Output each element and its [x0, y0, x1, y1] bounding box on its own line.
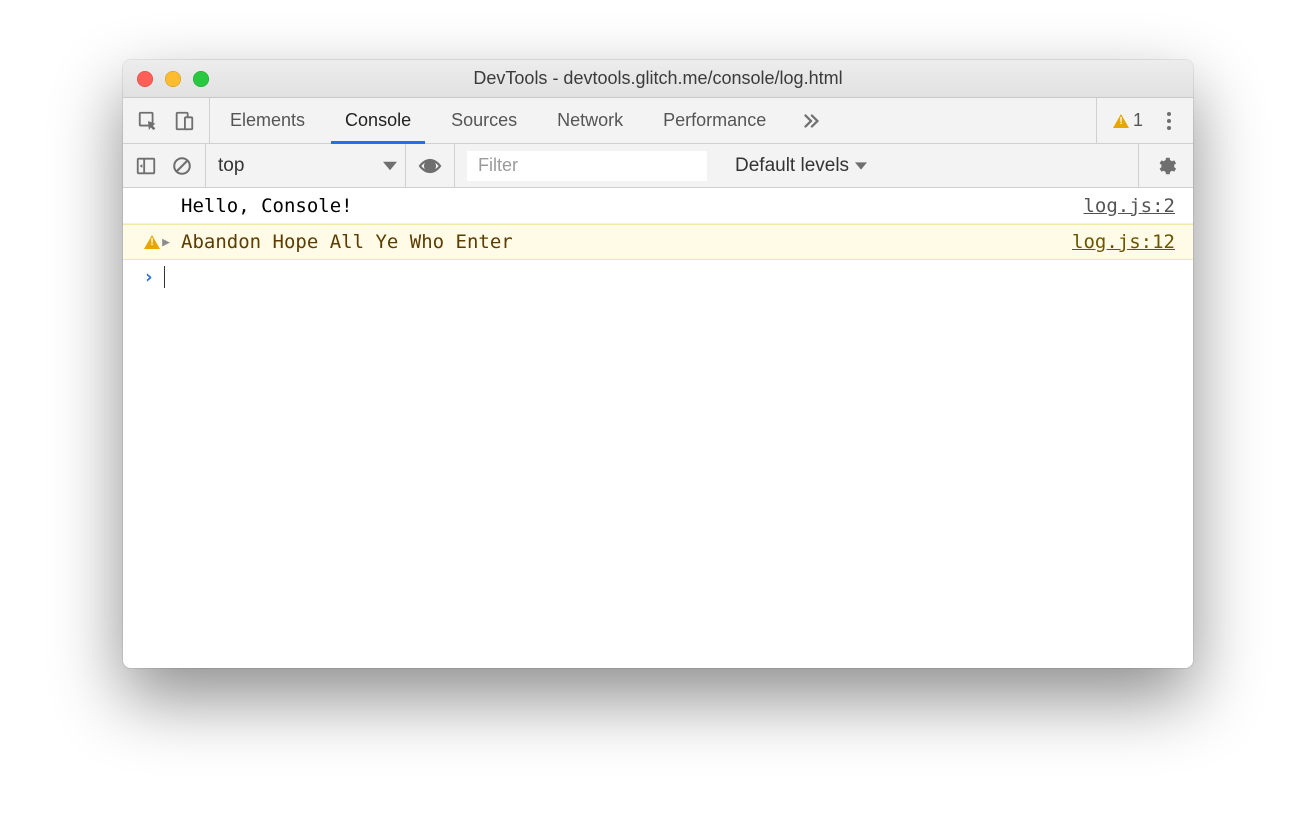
chevron-down-icon	[855, 160, 867, 172]
console-settings-icon[interactable]	[1155, 155, 1177, 177]
tab-network[interactable]: Network	[537, 98, 643, 143]
console-row-log: Hello, Console! log.js:2	[123, 188, 1193, 224]
source-link[interactable]: log.js:12	[1072, 231, 1175, 253]
tab-label: Sources	[451, 110, 517, 131]
filter-input[interactable]	[478, 155, 696, 176]
tab-elements[interactable]: Elements	[210, 98, 325, 143]
text-caret	[164, 266, 165, 288]
tab-performance[interactable]: Performance	[643, 98, 786, 143]
devtools-window: DevTools - devtools.glitch.me/console/lo…	[123, 60, 1193, 668]
tab-console[interactable]: Console	[325, 98, 431, 143]
close-window-button[interactable]	[137, 71, 153, 87]
toggle-sidebar-icon[interactable]	[135, 155, 157, 177]
warning-count: 1	[1133, 110, 1143, 131]
console-prompt[interactable]: ›	[123, 260, 1193, 294]
window-title: DevTools - devtools.glitch.me/console/lo…	[123, 68, 1193, 89]
tab-label: Network	[557, 110, 623, 131]
clear-console-icon[interactable]	[171, 155, 193, 177]
expand-arrow-icon[interactable]: ▶	[162, 235, 170, 250]
console-row-warning: ▶ Abandon Hope All Ye Who Enter log.js:1…	[123, 224, 1193, 260]
console-toolbar: top Default levels	[123, 144, 1193, 188]
log-message: Hello, Console!	[181, 195, 1083, 217]
filter-box	[467, 151, 707, 181]
tab-label: Elements	[230, 110, 305, 131]
console-output: Hello, Console! log.js:2 ▶ Abandon Hope …	[123, 188, 1193, 668]
warning-icon	[1113, 114, 1129, 128]
panel-tabstrip: Elements Console Sources Network Perform…	[123, 98, 1193, 144]
chevron-double-right-icon	[800, 110, 822, 132]
source-link[interactable]: log.js:2	[1083, 195, 1175, 217]
prompt-chevron-icon: ›	[143, 266, 154, 288]
log-level-selector[interactable]: Default levels	[719, 155, 883, 177]
chevron-down-icon	[383, 159, 397, 173]
live-expression-icon[interactable]	[418, 154, 442, 178]
more-tabs-button[interactable]	[786, 98, 836, 143]
tab-label: Performance	[663, 110, 766, 131]
levels-label: Default levels	[735, 155, 849, 177]
tab-label: Console	[345, 110, 411, 131]
warnings-indicator[interactable]: 1	[1113, 110, 1143, 131]
tab-sources[interactable]: Sources	[431, 98, 537, 143]
context-label: top	[218, 155, 244, 177]
zoom-window-button[interactable]	[193, 71, 209, 87]
device-toolbar-icon[interactable]	[173, 110, 195, 132]
row-gutter: ▶	[133, 235, 181, 250]
main-menu-button[interactable]	[1161, 112, 1177, 130]
window-controls	[137, 71, 209, 87]
titlebar: DevTools - devtools.glitch.me/console/lo…	[123, 60, 1193, 98]
context-selector[interactable]: top	[206, 144, 406, 187]
warning-icon	[144, 235, 160, 249]
log-message: Abandon Hope All Ye Who Enter	[181, 231, 1072, 253]
inspect-element-icon[interactable]	[137, 110, 159, 132]
minimize-window-button[interactable]	[165, 71, 181, 87]
